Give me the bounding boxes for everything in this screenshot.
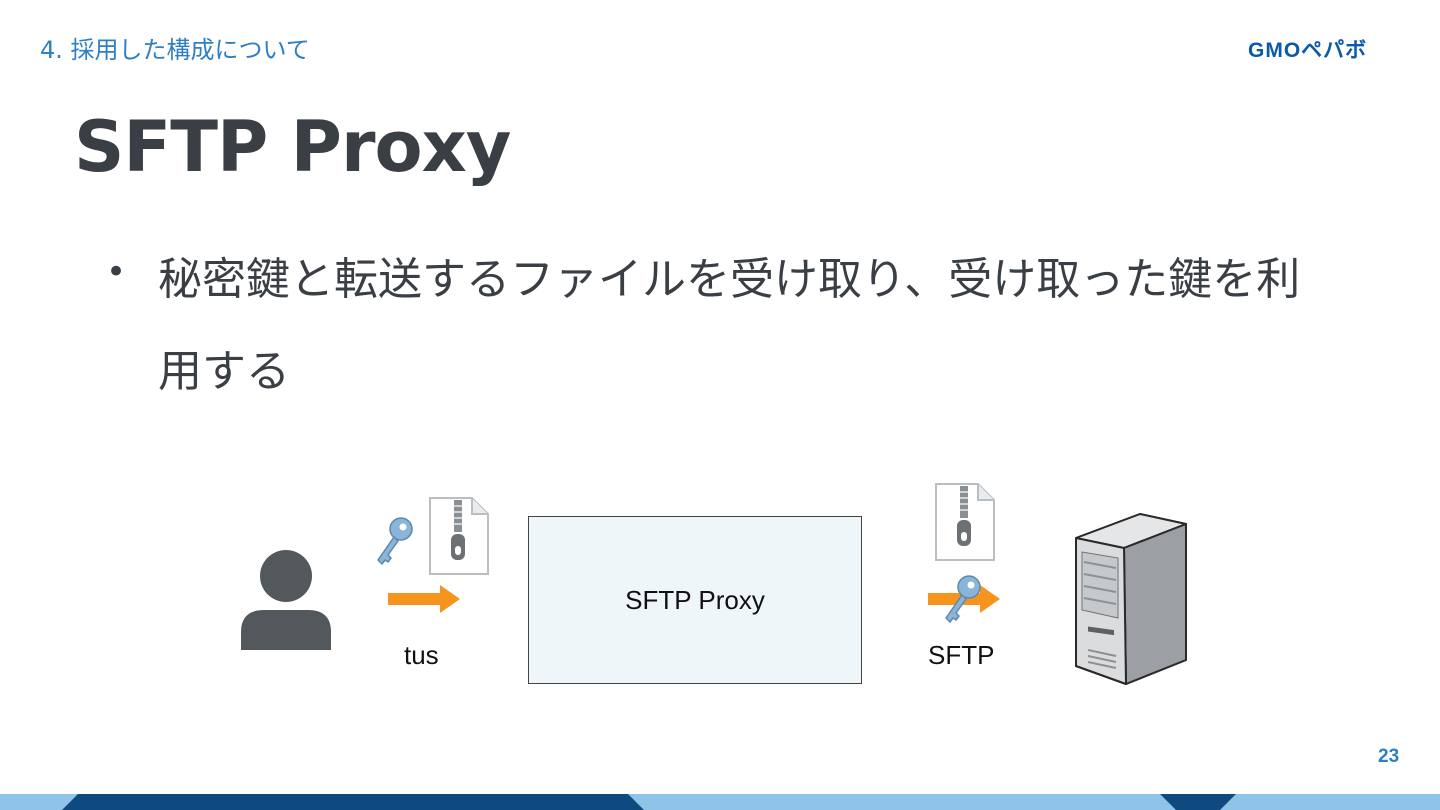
key-icon — [945, 575, 981, 623]
user-icon — [241, 550, 331, 650]
sftp-label: SFTP — [928, 640, 995, 670]
arrow-right-icon — [388, 585, 460, 613]
key-icon — [377, 517, 413, 565]
tus-label: tus — [404, 640, 439, 670]
zip-file-icon — [429, 497, 489, 575]
footer-band — [0, 794, 1440, 810]
architecture-diagram: tus SFTP Proxy SFTP — [0, 0, 1440, 810]
server-icon — [1075, 513, 1187, 685]
zip-file-icon — [935, 483, 995, 561]
sftp-proxy-box: SFTP Proxy — [528, 516, 862, 684]
proxy-label: SFTP Proxy — [625, 584, 765, 615]
page-number: 23 — [1378, 746, 1400, 767]
